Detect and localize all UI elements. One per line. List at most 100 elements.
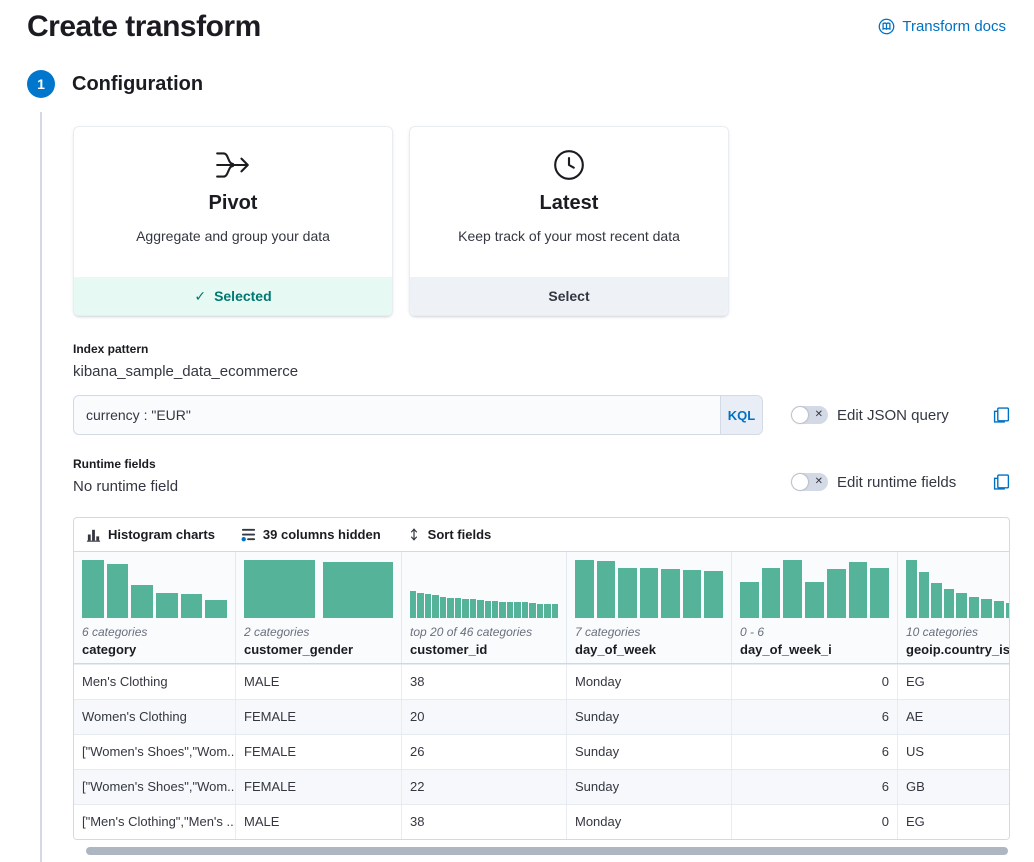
runtime-fields-block: Runtime fields No runtime field [73, 457, 178, 495]
pivot-card[interactable]: Pivot Aggregate and group your data ✓ Se… [73, 126, 393, 316]
index-pattern-block: Index pattern kibana_sample_data_ecommer… [73, 342, 1034, 380]
histogram-bar [244, 560, 315, 618]
sort-fields-button[interactable]: Sort fields [407, 527, 492, 542]
histogram-bar [740, 582, 759, 618]
close-icon: ✕ [815, 408, 823, 422]
runtime-fields-row: Runtime fields No runtime field ✕ Edit r… [73, 457, 1010, 495]
table-cell[interactable]: Sunday [567, 700, 732, 734]
histogram-bar [507, 602, 513, 618]
column-header-geoip.country_iso_[interactable]: 10 categoriesgeoip.country_iso_ [898, 552, 1010, 663]
table-row: Women's ClothingFEMALE20Sunday6AE [74, 699, 1009, 734]
histogram-bar [919, 572, 930, 618]
histogram-bar [410, 591, 416, 618]
histogram-bar [529, 603, 535, 618]
table-cell[interactable]: 6 [732, 700, 898, 734]
table-cell[interactable]: Monday [567, 665, 732, 699]
column-header-customer_id[interactable]: top 20 of 46 categories customer_id [402, 552, 567, 663]
table-cell[interactable]: Women's Clothing [74, 700, 236, 734]
histogram-bar [447, 598, 453, 618]
edit-json-query-toggle[interactable]: ✕ [791, 406, 828, 424]
histogram-category [82, 560, 227, 618]
histogram-bar [870, 568, 889, 618]
sort-fields-label: Sort fields [428, 527, 492, 542]
table-cell[interactable]: 38 [402, 665, 567, 699]
table-cell[interactable]: GB [898, 770, 1010, 804]
histogram-charts-label: Histogram charts [108, 527, 215, 542]
latest-card-title: Latest [410, 192, 728, 215]
runtime-fields-value: No runtime field [73, 478, 178, 495]
column-name: geoip.country_iso_ [906, 642, 1010, 657]
copy-icon[interactable] [993, 406, 1010, 424]
histogram-bar [805, 582, 824, 618]
table-cell[interactable]: MALE [236, 805, 402, 839]
column-name: customer_id [410, 642, 558, 657]
table-cell[interactable]: ["Women's Shoes","Wom... [74, 735, 236, 769]
histogram-day_of_week_i [740, 560, 889, 618]
histogram-bar [1006, 603, 1010, 618]
column-header-day_of_week_i[interactable]: 0 - 6day_of_week_i [732, 552, 898, 663]
table-cell[interactable]: 20 [402, 700, 567, 734]
documentation-icon [878, 18, 895, 35]
grid-body: Men's ClothingMALE38Monday0EGWomen's Clo… [74, 664, 1009, 839]
histogram-bar [205, 600, 227, 618]
table-cell[interactable]: EG [898, 805, 1010, 839]
page-title: Create transform [27, 10, 261, 44]
table-cell[interactable]: ["Men's Clothing","Men's ... [74, 805, 236, 839]
histogram-bar [640, 568, 659, 618]
kql-language-button[interactable]: KQL [720, 396, 762, 434]
table-cell[interactable]: Sunday [567, 735, 732, 769]
table-cell[interactable]: 0 [732, 665, 898, 699]
histogram-bar [956, 593, 967, 618]
table-cell[interactable]: US [898, 735, 1010, 769]
table-cell[interactable]: Sunday [567, 770, 732, 804]
table-cell[interactable]: Monday [567, 805, 732, 839]
edit-runtime-fields-toggle[interactable]: ✕ [791, 473, 828, 491]
latest-card[interactable]: Latest Keep track of your most recent da… [409, 126, 729, 316]
column-name: day_of_week_i [740, 642, 889, 657]
histogram-charts-button[interactable]: Histogram charts [86, 527, 215, 542]
histogram-bar [323, 562, 394, 618]
histogram-bar [537, 604, 543, 619]
edit-json-query-label: Edit JSON query [837, 407, 949, 424]
transform-docs-link[interactable]: Transform docs [878, 18, 1006, 35]
histogram-bar [514, 602, 520, 618]
table-cell[interactable]: 6 [732, 735, 898, 769]
horizontal-scrollbar-thumb[interactable] [86, 847, 1008, 855]
edit-runtime-fields-label: Edit runtime fields [837, 474, 956, 491]
table-cell[interactable]: FEMALE [236, 770, 402, 804]
histogram-bar [477, 600, 483, 618]
step-title: Configuration [72, 73, 203, 96]
table-cell[interactable]: AE [898, 700, 1010, 734]
query-input[interactable]: currency : "EUR" KQL [73, 395, 763, 435]
copy-icon[interactable] [993, 473, 1010, 491]
edit-runtime-fields-controls: ✕ Edit runtime fields [791, 473, 1010, 491]
pivot-selected-button[interactable]: ✓ Selected [74, 277, 392, 315]
column-meta: top 20 of 46 categories [410, 625, 558, 639]
transform-docs-label: Transform docs [902, 18, 1006, 35]
table-cell[interactable]: ["Women's Shoes","Wom... [74, 770, 236, 804]
table-cell[interactable]: 26 [402, 735, 567, 769]
histogram-bar [425, 594, 431, 618]
histogram-bar [485, 601, 491, 618]
table-cell[interactable]: Men's Clothing [74, 665, 236, 699]
histogram-customer_gender [244, 560, 393, 618]
columns-hidden-button[interactable]: 39 columns hidden [241, 527, 381, 542]
histogram-bar [492, 601, 498, 618]
latest-card-description: Keep track of your most recent data [410, 228, 728, 244]
table-row: ["Women's Shoes","Wom...FEMALE26Sunday6U… [74, 734, 1009, 769]
table-cell[interactable]: FEMALE [236, 700, 402, 734]
histogram-bar [440, 597, 446, 618]
table-cell[interactable]: MALE [236, 665, 402, 699]
column-header-customer_gender[interactable]: 2 categoriescustomer_gender [236, 552, 402, 663]
toggle-knob [792, 474, 808, 490]
table-cell[interactable]: 6 [732, 770, 898, 804]
table-cell[interactable]: 22 [402, 770, 567, 804]
histogram-bar [661, 569, 680, 618]
column-header-category[interactable]: 6 categoriescategory [74, 552, 236, 663]
table-cell[interactable]: FEMALE [236, 735, 402, 769]
table-cell[interactable]: EG [898, 665, 1010, 699]
column-header-day_of_week[interactable]: 7 categoriesday_of_week [567, 552, 732, 663]
table-cell[interactable]: 38 [402, 805, 567, 839]
latest-select-button[interactable]: Select [410, 277, 728, 315]
table-cell[interactable]: 0 [732, 805, 898, 839]
